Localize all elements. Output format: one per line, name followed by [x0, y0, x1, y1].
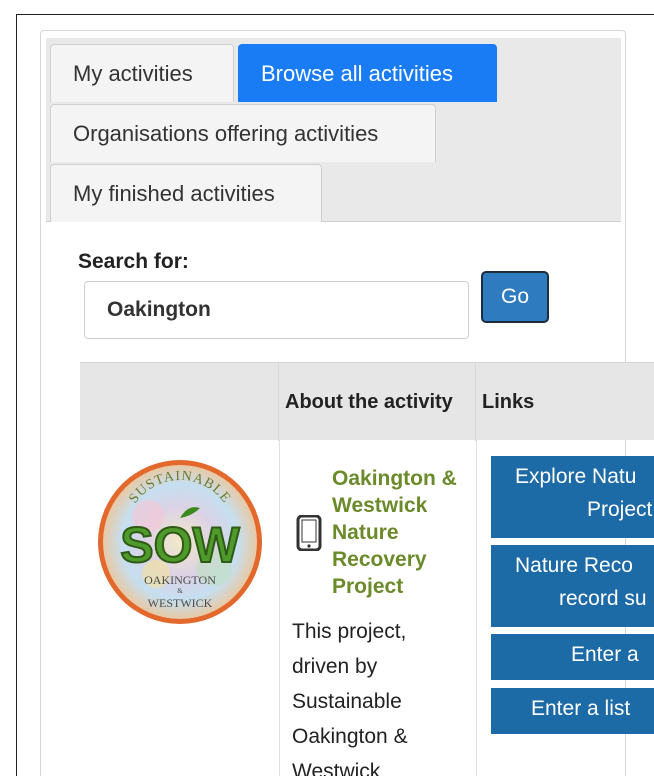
sow-logo: SUSTAINABLE SOW OAKINGTON & WESTWICK — [98, 460, 262, 624]
tab-browse-all-activities[interactable]: Browse all activities — [238, 44, 497, 102]
enter-a-record-button[interactable]: Enter a — [491, 634, 654, 680]
link-label: Enter a — [571, 643, 639, 666]
activity-title-link[interactable]: Oakington & Westwick Nature Recovery Pro… — [332, 465, 480, 600]
nature-recovery-record-button[interactable]: Nature Reco record su — [491, 545, 654, 627]
search-input[interactable] — [84, 281, 469, 339]
link-label: Nature Reco — [515, 554, 633, 577]
tab-bar: My activities Browse all activities Orga… — [46, 38, 621, 222]
column-divider — [279, 440, 280, 776]
activity-description: This project, driven by Sustainable Oaki… — [292, 620, 408, 776]
link-label: Explore Natu — [515, 465, 637, 488]
header-links: Links — [482, 391, 535, 413]
enter-a-list-button[interactable]: Enter a list — [491, 688, 654, 734]
header-logo-column — [80, 363, 279, 441]
logo-oakington-text: OAKINGTON — [144, 573, 216, 587]
search-label: Search for: — [78, 250, 189, 273]
tab-my-activities[interactable]: My activities — [50, 44, 234, 102]
table-header: About the activity Links — [80, 362, 654, 441]
logo-westwick-text: WESTWICK — [148, 596, 213, 610]
mobile-phone-icon — [296, 515, 322, 551]
tab-my-finished-activities[interactable]: My finished activities — [50, 164, 322, 222]
go-button[interactable]: Go — [481, 271, 549, 323]
tab-organisations[interactable]: Organisations offering activities — [50, 104, 436, 162]
link-label: Project r — [587, 498, 654, 521]
header-about-activity: About the activity — [279, 363, 476, 441]
logo-ampersand-text: & — [177, 587, 183, 595]
link-label: record su — [559, 587, 647, 610]
link-label: Enter a list — [531, 697, 631, 720]
logo-main-text: SOW — [120, 517, 240, 573]
explore-nature-project-button[interactable]: Explore Natu Project r — [491, 456, 654, 538]
